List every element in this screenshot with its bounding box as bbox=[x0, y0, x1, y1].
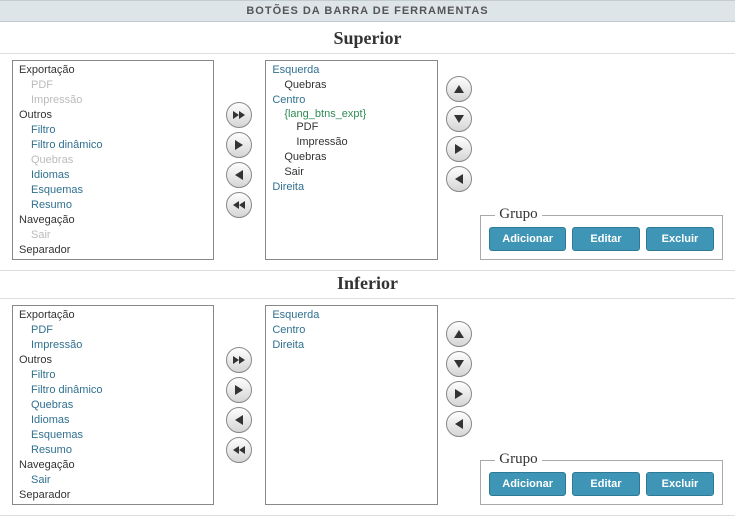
delete-group-button[interactable]: Excluir bbox=[646, 472, 714, 496]
list-item[interactable]: Filtro bbox=[13, 368, 213, 383]
list-category: Separador bbox=[13, 243, 213, 258]
list-item[interactable]: Esquemas bbox=[13, 183, 213, 198]
move-right-order-button[interactable] bbox=[446, 381, 472, 407]
list-item[interactable]: Idiomas bbox=[13, 168, 213, 183]
list-item[interactable]: Sair bbox=[266, 165, 437, 180]
list-item[interactable]: Resumo bbox=[13, 443, 213, 458]
list-item[interactable]: Filtro dinâmico bbox=[13, 383, 213, 398]
available-list-bottom[interactable]: ExportaçãoPDFImpressãoOutrosFiltroFiltro… bbox=[12, 305, 214, 505]
section-superior: ExportaçãoPDFImpressãoOutrosFiltroFiltro… bbox=[0, 54, 735, 271]
list-item[interactable]: Impressão bbox=[13, 338, 213, 353]
move-down-button[interactable] bbox=[446, 106, 472, 132]
move-all-right-button[interactable] bbox=[226, 347, 252, 373]
move-left-button[interactable] bbox=[226, 407, 252, 433]
list-item[interactable]: Idiomas bbox=[13, 413, 213, 428]
list-item[interactable]: Centro bbox=[266, 93, 437, 108]
list-item[interactable]: Centro bbox=[266, 323, 437, 338]
section-inferior: ExportaçãoPDFImpressãoOutrosFiltroFiltro… bbox=[0, 299, 735, 516]
order-buttons-top bbox=[438, 60, 480, 260]
list-category: Exportação bbox=[13, 308, 213, 323]
move-up-button[interactable] bbox=[446, 76, 472, 102]
list-item[interactable]: Direita bbox=[266, 180, 437, 195]
edit-group-button[interactable]: Editar bbox=[572, 227, 640, 251]
add-group-button[interactable]: Adicionar bbox=[489, 227, 566, 251]
list-category: Exportação bbox=[13, 63, 213, 78]
transfer-buttons-bottom bbox=[214, 305, 266, 505]
list-item[interactable]: Impressão bbox=[266, 135, 437, 150]
transfer-buttons-top bbox=[214, 60, 266, 260]
list-item: Impressão bbox=[13, 93, 213, 108]
move-right-order-button[interactable] bbox=[446, 136, 472, 162]
group-box-bottom: Grupo Adicionar Editar Excluir bbox=[480, 460, 723, 505]
list-item[interactable]: Quebras bbox=[266, 150, 437, 165]
group-legend: Grupo bbox=[495, 451, 541, 468]
move-all-right-button[interactable] bbox=[226, 102, 252, 128]
order-buttons-bottom bbox=[438, 305, 480, 505]
delete-group-button[interactable]: Excluir bbox=[646, 227, 714, 251]
list-item[interactable]: PDF bbox=[266, 120, 437, 135]
move-left-button[interactable] bbox=[226, 162, 252, 188]
list-item: Sair bbox=[13, 228, 213, 243]
list-item[interactable]: Filtro bbox=[13, 123, 213, 138]
group-box-top: Grupo Adicionar Editar Excluir bbox=[480, 215, 723, 260]
list-item[interactable]: ------------------------ bbox=[13, 503, 213, 505]
move-left-order-button[interactable] bbox=[446, 411, 472, 437]
group-legend: Grupo bbox=[495, 206, 541, 223]
selected-list-bottom[interactable]: EsquerdaCentroDireita bbox=[265, 305, 438, 505]
move-left-order-button[interactable] bbox=[446, 166, 472, 192]
selected-list-top[interactable]: EsquerdaQuebrasCentro{lang_btns_expt}PDF… bbox=[265, 60, 438, 260]
list-item[interactable]: Esquerda bbox=[266, 63, 437, 78]
move-up-button[interactable] bbox=[446, 321, 472, 347]
available-list-top[interactable]: ExportaçãoPDFImpressãoOutrosFiltroFiltro… bbox=[12, 60, 214, 260]
list-item[interactable]: ------------------------ bbox=[13, 258, 213, 260]
list-item[interactable]: Esquemas bbox=[13, 428, 213, 443]
list-item[interactable]: Filtro dinâmico bbox=[13, 138, 213, 153]
list-item[interactable]: Direita bbox=[266, 338, 437, 353]
list-item[interactable]: Esquerda bbox=[266, 308, 437, 323]
list-category: Separador bbox=[13, 488, 213, 503]
list-item[interactable]: Resumo bbox=[13, 198, 213, 213]
section-title-superior: Superior bbox=[0, 26, 735, 54]
list-item: Quebras bbox=[13, 153, 213, 168]
list-item[interactable]: Quebras bbox=[266, 78, 437, 93]
section-title-inferior: Inferior bbox=[0, 271, 735, 299]
move-all-left-button[interactable] bbox=[226, 437, 252, 463]
move-right-button[interactable] bbox=[226, 132, 252, 158]
list-category: Outros bbox=[13, 108, 213, 123]
list-category: Outros bbox=[13, 353, 213, 368]
list-item[interactable]: Sair bbox=[13, 473, 213, 488]
edit-group-button[interactable]: Editar bbox=[572, 472, 640, 496]
move-all-left-button[interactable] bbox=[226, 192, 252, 218]
list-item[interactable]: PDF bbox=[13, 323, 213, 338]
list-item[interactable]: {lang_btns_expt} bbox=[266, 108, 437, 120]
list-item: PDF bbox=[13, 78, 213, 93]
move-down-button[interactable] bbox=[446, 351, 472, 377]
add-group-button[interactable]: Adicionar bbox=[489, 472, 566, 496]
list-category: Navegação bbox=[13, 213, 213, 228]
move-right-button[interactable] bbox=[226, 377, 252, 403]
list-category: Navegação bbox=[13, 458, 213, 473]
list-item[interactable]: Quebras bbox=[13, 398, 213, 413]
header-bar: BOTÕES DA BARRA DE FERRAMENTAS bbox=[0, 0, 735, 22]
